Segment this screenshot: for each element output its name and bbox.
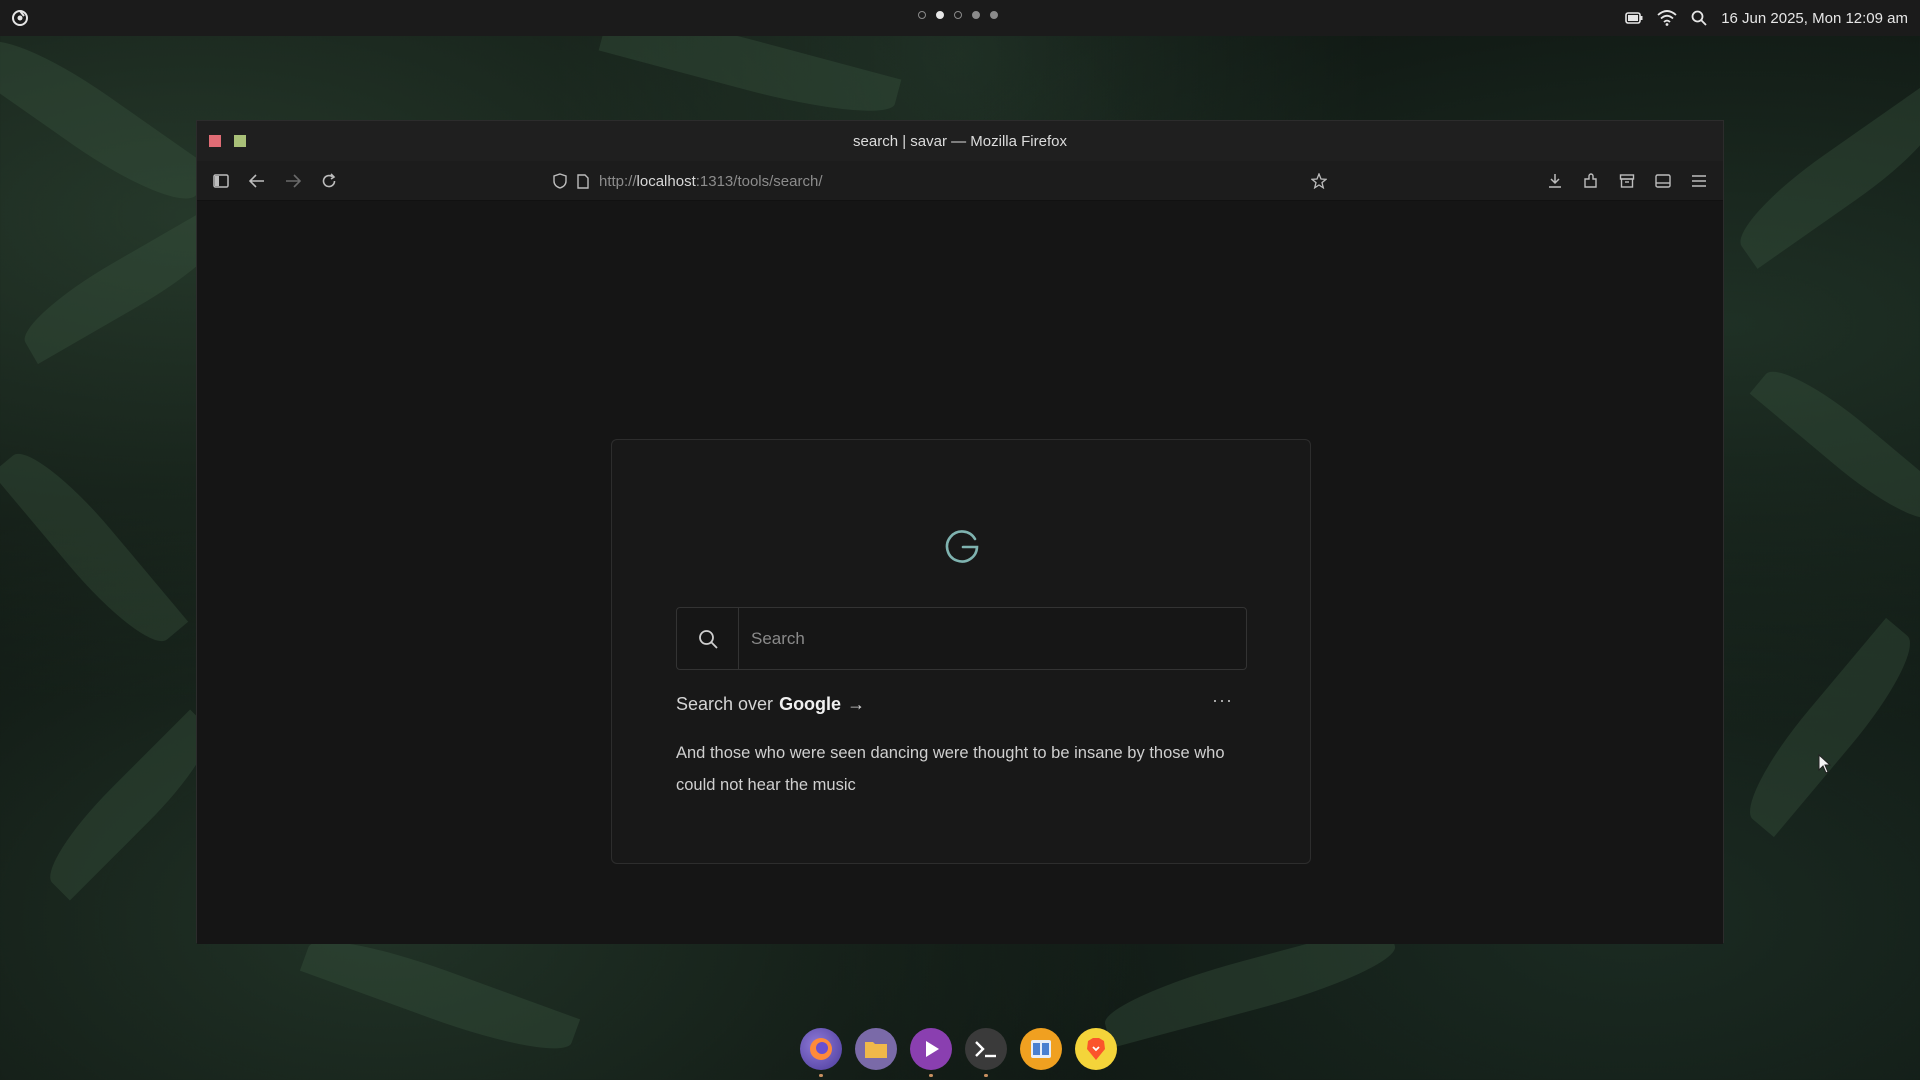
search-over-prefix: Search over xyxy=(676,694,774,714)
window-titlebar[interactable]: search | savar — Mozilla Firefox xyxy=(197,121,1723,161)
menu-icon[interactable] xyxy=(1689,171,1709,191)
media-player-icon[interactable] xyxy=(910,1028,952,1070)
search-card: Search over Google → ··· And those who w… xyxy=(611,439,1311,864)
reload-icon[interactable] xyxy=(319,171,339,191)
google-logo-icon xyxy=(945,530,979,563)
quote-text: And those who were seen dancing were tho… xyxy=(676,744,1225,794)
more-options-button[interactable]: ··· xyxy=(1212,690,1233,711)
search-box xyxy=(676,607,1247,670)
downloads-icon[interactable] xyxy=(1545,171,1565,191)
search-input[interactable] xyxy=(739,608,1246,669)
running-indicator xyxy=(819,1074,823,1077)
wifi-icon[interactable] xyxy=(1657,10,1677,26)
terminal-icon[interactable] xyxy=(965,1028,1007,1070)
wallpaper-leaf xyxy=(1749,355,1920,535)
mouse-cursor-icon xyxy=(1818,754,1832,774)
wallpaper-leaf xyxy=(299,923,581,1067)
forward-icon[interactable] xyxy=(283,171,303,191)
wallpaper-leaf xyxy=(0,20,214,220)
sidebar-toggle-icon[interactable] xyxy=(211,171,231,191)
wallpaper-leaf xyxy=(0,437,189,658)
search-icon[interactable] xyxy=(1691,10,1707,26)
containers-icon[interactable] xyxy=(1617,171,1637,191)
running-indicator xyxy=(929,1074,933,1077)
search-button[interactable] xyxy=(677,608,739,669)
wallpaper-leaf xyxy=(1725,86,1920,269)
maximize-button[interactable] xyxy=(234,135,246,147)
arrow-right-icon: → xyxy=(847,694,866,714)
bookmark-star-icon[interactable] xyxy=(1309,171,1329,191)
navigation-toolbar: http://localhost:1313/tools/search/ xyxy=(197,161,1723,201)
system-tray: 16 Jun 2025, Mon 12:09 am xyxy=(1625,0,1908,36)
clock[interactable]: 16 Jun 2025, Mon 12:09 am xyxy=(1721,10,1908,27)
files-icon[interactable] xyxy=(855,1028,897,1070)
extensions-icon[interactable] xyxy=(1581,171,1601,191)
workspace-dot-1[interactable] xyxy=(918,11,926,19)
page-info-icon[interactable] xyxy=(577,173,589,189)
workspace-dot-3[interactable] xyxy=(954,11,962,19)
workspace-indicator xyxy=(918,11,998,19)
close-button[interactable] xyxy=(209,135,221,147)
sidebar-panel-icon[interactable] xyxy=(1653,171,1673,191)
page-content: Search over Google → ··· And those who w… xyxy=(197,201,1723,944)
window-title: search | savar — Mozilla Firefox xyxy=(853,132,1067,150)
tracking-protection-icon[interactable] xyxy=(553,173,567,189)
firefox-icon[interactable] xyxy=(800,1028,842,1070)
workspace-dot-2[interactable] xyxy=(936,11,944,19)
firefox-window: search | savar — Mozilla Firefox http://… xyxy=(196,120,1724,944)
reader-icon[interactable] xyxy=(1020,1028,1062,1070)
url-text[interactable]: http://localhost:1313/tools/search/ xyxy=(599,173,822,190)
address-bar[interactable]: http://localhost:1313/tools/search/ xyxy=(553,161,822,201)
back-icon[interactable] xyxy=(247,171,267,191)
wallpaper-leaf xyxy=(1731,617,1920,838)
search-icon xyxy=(698,629,718,649)
workspace-dot-5[interactable] xyxy=(990,11,998,19)
running-indicator xyxy=(984,1074,988,1077)
workspace-dot-4[interactable] xyxy=(972,11,980,19)
search-engine-name: Google xyxy=(779,694,842,714)
search-over-google-link[interactable]: Search over Google → xyxy=(676,694,865,715)
battery-icon[interactable] xyxy=(1625,12,1643,24)
dock xyxy=(800,1028,1117,1077)
top-panel: 16 Jun 2025, Mon 12:09 am xyxy=(0,0,1920,36)
brave-icon[interactable] xyxy=(1075,1028,1117,1070)
launcher-icon[interactable] xyxy=(10,8,30,28)
